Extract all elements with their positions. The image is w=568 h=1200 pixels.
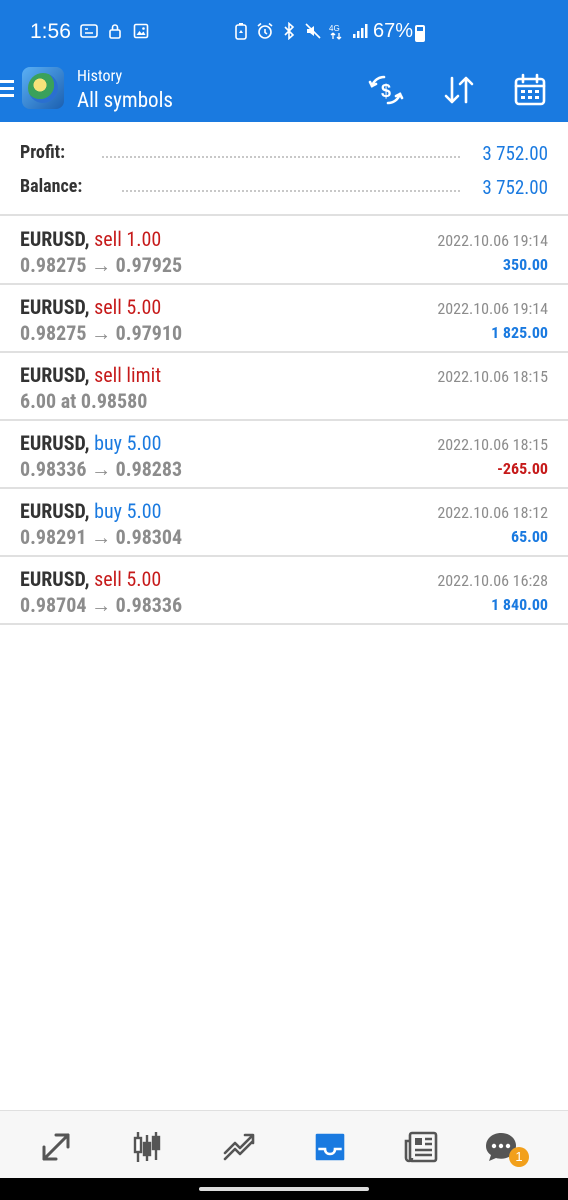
home-handle[interactable] [199,1187,369,1191]
balance-row: Balance: 3 752.00 [0,172,568,202]
deal-profit: 350.00 [502,255,548,274]
deal-prices: 0.98275 → 0.97910 [20,321,183,345]
deal-symbol: EURUSD [20,363,85,387]
deal-type: sell 5.00 [94,295,162,319]
deal-symbol-line: EURUSD, sell 1.00 [20,227,162,251]
status-time: 1:56 [30,20,71,43]
deal-prices: 0.98336 → 0.98283 [20,457,183,481]
messages-icon[interactable]: 1 [479,1125,529,1169]
bottom-nav: 1 [0,1110,568,1178]
profit-value: 3 752.00 [482,142,548,165]
currency-exchange-icon[interactable]: $ [368,72,408,108]
svg-text:$: $ [381,81,391,101]
quotes-icon[interactable] [34,1125,78,1169]
image-icon [132,22,150,40]
deal-row[interactable]: EURUSD, sell limit 6.00 at 0.98580 2022.… [0,353,568,421]
deal-type: sell limit [94,363,162,387]
svg-text:4G: 4G [329,24,340,33]
deal-time: 2022.10.06 16:28 [437,571,548,590]
deal-type: buy 5.00 [94,499,162,523]
deal-profit: 1 840.00 [491,595,548,614]
deal-prices: 0.98704 → 0.98336 [20,593,183,617]
sort-icon[interactable] [441,72,481,108]
deal-profit: 65.00 [511,527,548,546]
trade-icon[interactable] [217,1125,261,1169]
signal-icon [352,22,370,40]
deal-prices: 0.98275 → 0.97925 [20,253,183,277]
deal-symbol: EURUSD [20,227,85,251]
deal-time: 2022.10.06 18:15 [437,367,548,386]
deal-time: 2022.10.06 19:14 [437,231,548,250]
deal-type: buy 5.00 [94,431,162,455]
deal-symbol: EURUSD [20,431,85,455]
chart-icon[interactable] [125,1125,169,1169]
deal-row[interactable]: EURUSD, sell 5.00 0.98704 → 0.98336 2022… [0,557,568,625]
mute-icon [304,22,322,40]
dotted-leader [122,190,460,192]
deal-prices: 0.98291 → 0.98304 [20,525,183,549]
deal-profit: 1 825.00 [491,323,548,342]
deal-symbol-line: EURUSD, sell limit [20,363,162,387]
deal-prices: 6.00 at 0.98580 [20,389,148,413]
dotted-leader [102,156,460,158]
status-bar: 1:56 4G 67% [0,0,568,62]
status-right-icons: 4G [232,22,370,40]
deal-symbol: EURUSD [20,567,85,591]
bluetooth-icon [280,22,298,40]
symbol-selector[interactable]: All symbols [77,89,173,113]
status-left-icons [80,22,150,40]
vpn-icon [80,22,98,40]
profit-label: Profit: [20,142,66,163]
battery-icon [415,25,425,42]
battery-saver-icon [232,22,250,40]
system-nav-bar [0,1178,568,1200]
deal-time: 2022.10.06 18:12 [437,503,548,522]
lock-icon [106,22,124,40]
news-icon[interactable] [399,1125,443,1169]
deal-time: 2022.10.06 18:15 [437,435,548,454]
deal-symbol-line: EURUSD, sell 5.00 [20,567,162,591]
page-subtitle: History [77,66,123,85]
messages-badge: 1 [509,1147,529,1167]
alarm-icon [256,22,274,40]
deal-time: 2022.10.06 19:14 [437,299,548,318]
app-logo [22,67,64,109]
network-4g-icon: 4G [328,22,346,40]
deal-symbol: EURUSD [20,295,85,319]
deal-symbol-line: EURUSD, buy 5.00 [20,431,162,455]
profit-row: Profit: 3 752.00 [0,138,568,168]
balance-value: 3 752.00 [482,176,548,199]
deal-row[interactable]: EURUSD, sell 5.00 0.98275 → 0.97910 2022… [0,285,568,353]
battery-percent: 67% [373,20,414,42]
calendar-icon[interactable] [512,72,552,108]
menu-icon[interactable] [0,80,14,102]
history-icon[interactable] [308,1125,352,1169]
deal-profit: -265.00 [497,459,548,478]
deal-symbol-line: EURUSD, buy 5.00 [20,499,162,523]
deal-symbol-line: EURUSD, sell 5.00 [20,295,162,319]
deal-type: sell 5.00 [94,567,162,591]
balance-label: Balance: [20,176,83,197]
deal-row[interactable]: EURUSD, buy 5.00 0.98291 → 0.98304 2022.… [0,489,568,557]
deal-type: sell 1.00 [94,227,162,251]
deal-row[interactable]: EURUSD, buy 5.00 0.98336 → 0.98283 2022.… [0,421,568,489]
deal-symbol: EURUSD [20,499,85,523]
deal-row[interactable]: EURUSD, sell 1.00 0.98275 → 0.97925 2022… [0,217,568,285]
history-summary: Profit: 3 752.00 Balance: 3 752.00 [0,122,568,216]
app-bar: History All symbols $ [0,62,568,122]
